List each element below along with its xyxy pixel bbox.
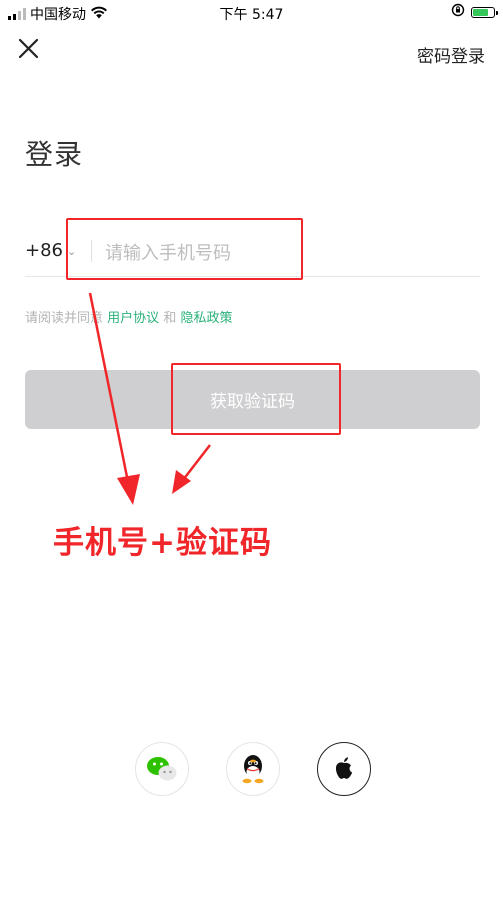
apple-icon xyxy=(335,757,353,779)
password-login-link[interactable]: 密码登录 xyxy=(417,42,485,67)
agreement-text: 请阅读并同意 用户协议 和 隐私政策 xyxy=(25,307,232,326)
apple-login-button[interactable] xyxy=(317,742,371,796)
annotation-label: 手机号+验证码 xyxy=(53,525,272,561)
status-time: 下午 5:47 xyxy=(219,7,284,23)
wechat-icon xyxy=(147,757,177,781)
user-agreement-link[interactable]: 用户协议 xyxy=(107,311,159,326)
status-right xyxy=(451,3,498,21)
rotation-lock-icon xyxy=(451,3,465,21)
country-code: +86 xyxy=(25,240,63,261)
annotation-box-button xyxy=(171,363,341,435)
agreement-and: 和 xyxy=(163,311,177,326)
qq-login-button[interactable] xyxy=(226,742,280,796)
battery-icon xyxy=(471,6,498,18)
close-icon xyxy=(18,38,39,59)
wechat-login-button[interactable] xyxy=(135,742,189,796)
social-login-row xyxy=(135,742,371,798)
status-bar: 中国移动 下午 5:47 xyxy=(0,0,503,26)
privacy-policy-link[interactable]: 隐私政策 xyxy=(180,311,232,326)
page-title: 登录 xyxy=(25,138,84,171)
agreement-prefix: 请阅读并同意 xyxy=(25,311,104,326)
qq-icon xyxy=(242,755,264,784)
annotation-box-phone xyxy=(66,218,303,280)
close-button[interactable] xyxy=(16,36,42,62)
